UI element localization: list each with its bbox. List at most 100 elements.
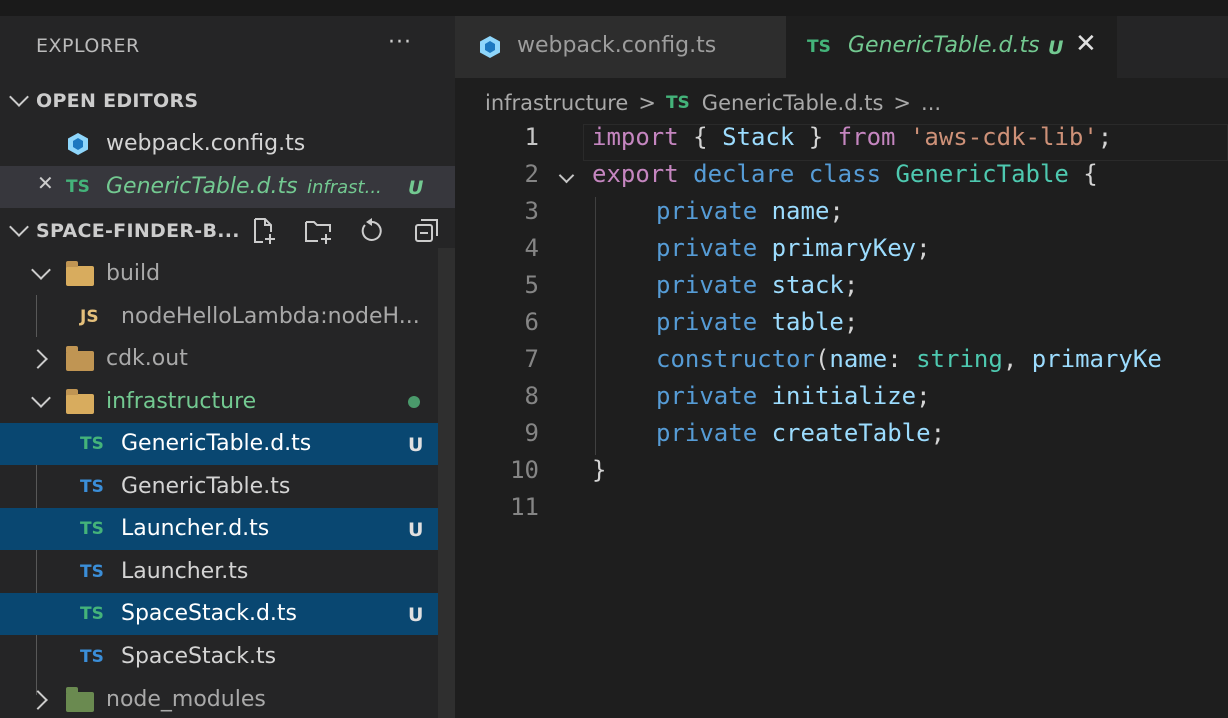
folder-icon: [66, 389, 94, 414]
open-editor-filename: GenericTable.d.ts: [106, 174, 298, 199]
tree-folder-cdk-out[interactable]: cdk.out: [0, 338, 455, 380]
code-editor[interactable]: 1 import { Stack } from 'aws-cdk-lib'; 2…: [455, 120, 1228, 718]
line-number: 7: [524, 345, 539, 373]
ts-file-icon: TS: [80, 604, 104, 624]
code-line: 3 private name;: [455, 197, 1228, 234]
tab-generictable-d-ts[interactable]: TS GenericTable.d.ts U ✕: [786, 16, 1117, 78]
more-actions-button[interactable]: ···: [388, 30, 412, 55]
close-icon[interactable]: ✕: [1075, 29, 1097, 59]
line-number: 11: [510, 493, 539, 521]
tree-item-label: Launcher.ts: [121, 559, 249, 584]
node-modules-folder-icon: [66, 687, 94, 712]
tree-item-label: node_modules: [106, 687, 266, 712]
tab-label: webpack.config.ts: [517, 33, 717, 58]
js-file-icon: JS: [80, 307, 99, 327]
open-editor-filename: webpack.config.ts: [106, 131, 306, 156]
folder-icon: [66, 261, 94, 286]
tree-file-generictable-d-ts[interactable]: TS GenericTable.d.ts U: [0, 423, 455, 465]
tree-item-label: SpaceStack.d.ts: [121, 601, 297, 626]
untracked-status-badge: U: [408, 177, 424, 199]
ts-file-icon: TS: [80, 477, 104, 497]
chevron-down-icon[interactable]: [558, 167, 575, 184]
tree-file-launcher-ts[interactable]: TS Launcher.ts: [0, 551, 455, 593]
code-text: export declare class GenericTable {: [592, 160, 1098, 188]
tree-file-launcher-d-ts[interactable]: TS Launcher.d.ts U: [0, 508, 455, 550]
ts-file-icon: TS: [80, 562, 104, 582]
tree-folder-node-modules[interactable]: node_modules: [0, 679, 455, 718]
tree-file-nodehellolambda[interactable]: JS nodeHelloLambda:nodeH...: [0, 296, 455, 338]
open-editors-section-header[interactable]: OPEN EDITORS: [0, 80, 455, 122]
code-line: 1 import { Stack } from 'aws-cdk-lib';: [455, 123, 1228, 161]
editor-tab-bar: webpack.config.ts TS GenericTable.d.ts U…: [455, 16, 1228, 78]
tree-file-spacestack-ts[interactable]: TS SpaceStack.ts: [0, 636, 455, 678]
tree-folder-infrastructure[interactable]: infrastructure: [0, 381, 455, 423]
code-line: 10 }: [455, 456, 1228, 493]
code-text: constructor(name: string, primaryKe: [656, 345, 1162, 373]
tree-item-label: cdk.out: [106, 346, 188, 371]
ts-file-icon: TS: [80, 647, 104, 667]
open-editor-generictable[interactable]: ✕ TS GenericTable.d.ts infrast... U: [0, 166, 455, 208]
code-line: 9 private createTable;: [455, 419, 1228, 456]
explorer-header: EXPLORER ···: [0, 16, 455, 78]
line-number: 6: [524, 308, 539, 336]
tree-folder-build[interactable]: build: [0, 253, 455, 295]
line-number: 8: [524, 382, 539, 410]
code-line: 2 export declare class GenericTable {: [455, 160, 1228, 197]
code-text: private initialize;: [656, 382, 931, 410]
close-icon[interactable]: ✕: [37, 171, 54, 195]
sidebar-scrollbar[interactable]: [438, 248, 455, 718]
code-text: import { Stack } from 'aws-cdk-lib';: [592, 123, 1113, 151]
tree-item-label: Launcher.d.ts: [121, 516, 270, 541]
code-text: }: [592, 456, 607, 484]
tree-item-label: nodeHelloLambda:nodeH...: [121, 304, 420, 329]
tree-item-label: SpaceStack.ts: [121, 644, 277, 669]
webpack-icon: [480, 36, 500, 58]
tree-item-label: build: [106, 261, 161, 286]
ts-file-icon: TS: [807, 37, 831, 57]
tree-item-label: GenericTable.d.ts: [121, 431, 312, 456]
code-text: private primaryKey;: [656, 234, 931, 262]
chevron-right-icon: >: [638, 91, 656, 115]
open-editor-webpack-config[interactable]: webpack.config.ts: [0, 123, 455, 165]
refresh-icon[interactable]: [358, 217, 386, 245]
chevron-right-icon: [28, 349, 48, 369]
new-folder-icon[interactable]: [303, 216, 335, 246]
breadcrumb-folder[interactable]: infrastructure: [485, 91, 628, 115]
breadcrumb-file[interactable]: GenericTable.d.ts: [702, 91, 884, 115]
new-file-icon[interactable]: [251, 216, 279, 246]
untracked-status-badge: U: [408, 604, 424, 626]
chevron-down-icon: [9, 217, 29, 237]
code-line: 5 private stack;: [455, 271, 1228, 308]
tab-webpack-config[interactable]: webpack.config.ts: [455, 16, 786, 78]
code-line: 11: [455, 493, 1228, 530]
chevron-down-icon: [31, 260, 51, 280]
tree-file-generictable-ts[interactable]: TS GenericTable.ts: [0, 466, 455, 508]
collapse-all-icon[interactable]: [413, 217, 441, 245]
chevron-right-icon: [28, 690, 48, 710]
tab-label: GenericTable.d.ts: [848, 33, 1040, 58]
chevron-down-icon: [31, 388, 51, 408]
chevron-right-icon: >: [893, 91, 912, 115]
explorer-title: EXPLORER: [36, 35, 140, 57]
code-text: private stack;: [656, 271, 859, 299]
untracked-status-badge: U: [408, 434, 424, 456]
tree-item-label: infrastructure: [106, 389, 257, 414]
breadcrumb-symbol[interactable]: ...: [921, 91, 941, 115]
open-editors-label: OPEN EDITORS: [36, 90, 199, 112]
code-text: private name;: [656, 197, 844, 225]
line-number: 9: [524, 419, 539, 447]
ts-file-icon: TS: [80, 434, 104, 454]
tree-file-spacestack-d-ts[interactable]: TS SpaceStack.d.ts U: [0, 593, 455, 635]
project-section-header[interactable]: SPACE-FINDER-B...: [0, 210, 455, 252]
code-text: private createTable;: [656, 419, 946, 447]
folder-icon: [66, 346, 94, 371]
webpack-icon: [68, 133, 88, 155]
line-number: 10: [510, 456, 539, 484]
ts-file-icon: TS: [665, 93, 690, 113]
code-line: 6 private table;: [455, 308, 1228, 345]
untracked-status-badge: U: [1048, 37, 1064, 59]
chevron-down-icon: [9, 87, 29, 107]
code-line: 7 constructor(name: string, primaryKe: [455, 345, 1228, 382]
modified-dot-indicator: [408, 396, 420, 408]
open-editor-path: infrast...: [307, 177, 382, 198]
